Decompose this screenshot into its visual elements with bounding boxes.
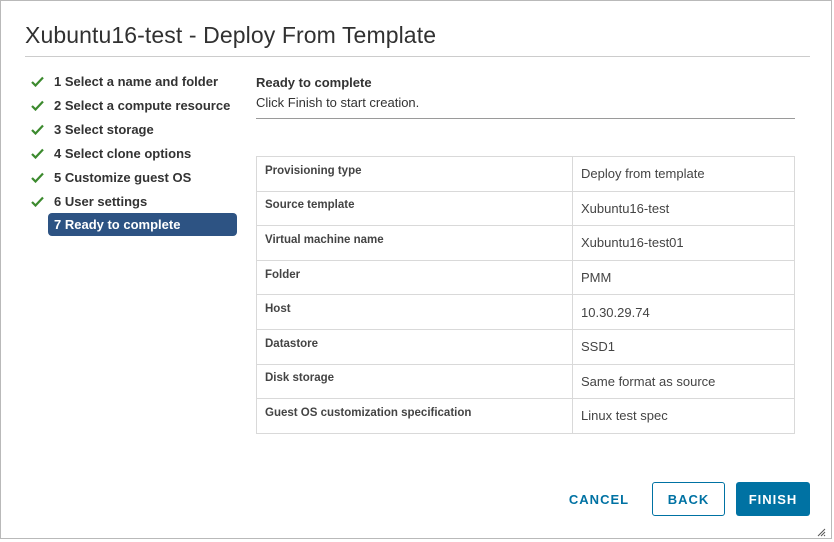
step-label: 1 Select a name and folder <box>54 73 219 89</box>
summary-key: Source template <box>256 190 573 227</box>
summary-key: Provisioning type <box>256 156 573 192</box>
summary-value: SSD1 <box>572 328 795 365</box>
title-divider <box>25 56 810 57</box>
section-subheading: Click Finish to start creation. <box>256 95 420 110</box>
check-icon <box>31 141 48 165</box>
deploy-dialog: Xubuntu16-test - Deploy From Template 1 … <box>0 0 832 539</box>
table-row: Host 10.30.29.74 <box>256 294 795 330</box>
step-select-name-folder[interactable]: 1 Select a name and folder <box>31 69 241 93</box>
section-heading: Ready to complete <box>256 75 372 90</box>
dialog-title: Xubuntu16-test - Deploy From Template <box>25 22 437 48</box>
summary-value: PMM <box>572 259 795 296</box>
step-select-storage[interactable]: 3 Select storage <box>31 117 241 141</box>
summary-value: Xubuntu16-test01 <box>572 225 795 261</box>
table-row: Guest OS customization specification Lin… <box>256 398 795 434</box>
summary-key: Folder <box>256 259 573 296</box>
table-row: Source template Xubuntu16-test <box>256 190 795 227</box>
summary-value: Xubuntu16-test <box>572 190 795 227</box>
check-icon <box>31 117 48 141</box>
summary-key: Virtual machine name <box>256 225 573 261</box>
check-icon <box>31 93 48 117</box>
check-icon <box>31 165 48 189</box>
check-icon <box>31 69 48 93</box>
summary-table: Provisioning type Deploy from template S… <box>256 156 795 434</box>
summary-key: Disk storage <box>256 363 573 400</box>
summary-value: Same format as source <box>572 363 795 400</box>
main-content: Ready to complete Click Finish to start … <box>256 73 795 434</box>
step-label: 6 User settings <box>54 193 148 209</box>
step-ready-to-complete[interactable]: 7 Ready to complete <box>31 213 241 237</box>
step-label-active: 7 Ready to complete <box>48 213 237 236</box>
back-button[interactable]: BACK <box>652 482 725 516</box>
step-label: 5 Customize guest OS <box>54 169 192 185</box>
step-label: 3 Select storage <box>54 121 154 137</box>
check-icon <box>31 189 48 213</box>
step-select-compute-resource[interactable]: 2 Select a compute resource <box>31 93 241 117</box>
step-select-clone-options[interactable]: 4 Select clone options <box>31 141 241 165</box>
finish-button[interactable]: FINISH <box>736 482 810 516</box>
table-row: Datastore SSD1 <box>256 328 795 365</box>
wizard-steps: 1 Select a name and folder 2 Select a co… <box>31 69 241 237</box>
step-label: 4 Select clone options <box>54 145 192 161</box>
summary-value: Linux test spec <box>572 398 795 434</box>
summary-key: Datastore <box>256 328 573 365</box>
table-row: Folder PMM <box>256 259 795 296</box>
step-customize-guest-os[interactable]: 5 Customize guest OS <box>31 165 241 189</box>
content-divider <box>256 118 795 119</box>
summary-value: Deploy from template <box>572 156 795 192</box>
table-row: Virtual machine name Xubuntu16-test01 <box>256 225 795 261</box>
step-user-settings[interactable]: 6 User settings <box>31 189 241 213</box>
table-row: Disk storage Same format as source <box>256 363 795 400</box>
summary-value: 10.30.29.74 <box>572 294 795 330</box>
summary-key: Host <box>256 294 573 330</box>
summary-key: Guest OS customization specification <box>256 398 573 434</box>
step-label: 2 Select a compute resource <box>54 97 231 113</box>
cancel-button[interactable]: CANCEL <box>561 482 637 516</box>
table-row: Provisioning type Deploy from template <box>256 156 795 192</box>
resize-grip-icon[interactable] <box>816 524 826 537</box>
